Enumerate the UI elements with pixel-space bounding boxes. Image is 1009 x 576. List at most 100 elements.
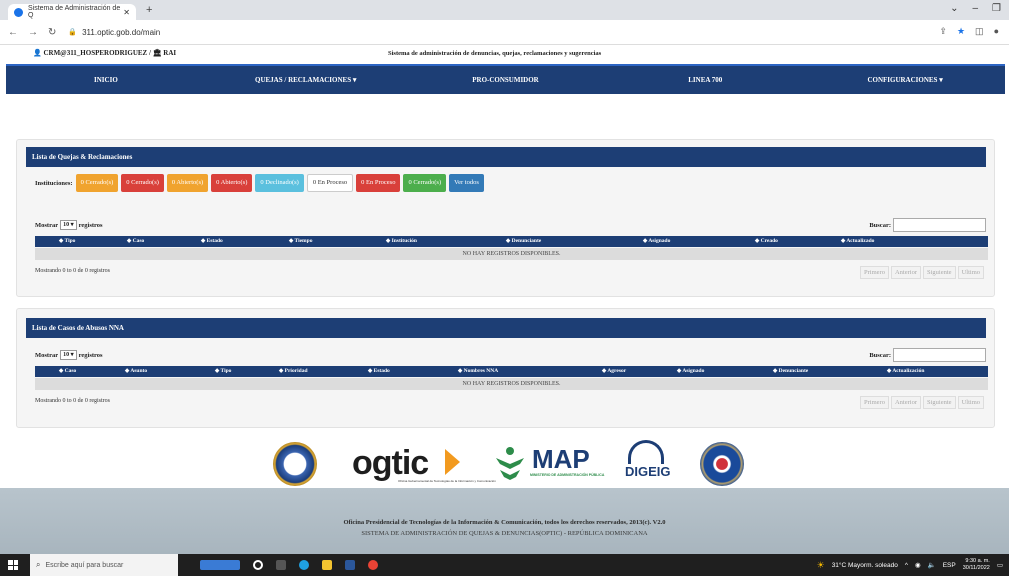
- notifications-icon[interactable]: ▭: [997, 561, 1003, 569]
- col-tipo[interactable]: ◆ Tipo: [35, 236, 103, 247]
- col-denunciante[interactable]: ◆ Denunciante: [482, 236, 619, 247]
- task-view-icon[interactable]: [276, 560, 286, 570]
- word-icon[interactable]: [345, 560, 355, 570]
- filter-cerrado-green-button[interactable]: 0 Cerrado(s): [403, 174, 447, 192]
- col-caso[interactable]: ◆ Caso: [35, 366, 101, 377]
- col-actualizado[interactable]: ◆ Actualizado: [817, 236, 985, 247]
- col-agresor[interactable]: ◆ Agresor: [578, 366, 653, 377]
- col-estado[interactable]: ◆ Estado: [344, 366, 434, 377]
- restore-icon[interactable]: ❐: [992, 3, 1001, 14]
- filter-en-proceso-red-button[interactable]: 0 En Proceso: [356, 174, 401, 192]
- nna-search-control: Buscar:: [869, 348, 986, 362]
- browser-tab[interactable]: Sistema de Administración de Q ✕: [8, 4, 136, 20]
- language-indicator[interactable]: ESP: [943, 562, 956, 569]
- page-length-select[interactable]: 10 ▾: [60, 220, 77, 230]
- nna-search-input[interactable]: [893, 348, 986, 362]
- col-asunto[interactable]: ◆ Asunto: [101, 366, 191, 377]
- col-caso[interactable]: ◆ Caso: [103, 236, 177, 247]
- pagination: Primero Anterior Siguiente Ultimo: [860, 266, 984, 279]
- nav-configuraciones[interactable]: CONFIGURACIONES ▾: [805, 66, 1005, 94]
- file-explorer-icon[interactable]: [322, 560, 332, 570]
- col-asignado[interactable]: ◆ Asignado: [653, 366, 749, 377]
- nna-pager-first-button[interactable]: Primero: [860, 396, 889, 409]
- digeig-logo-text: DIGEIG: [625, 464, 671, 479]
- taskbar-clock[interactable]: 9:30 a. m. 30/11/2022: [963, 558, 990, 572]
- nav-linea-700[interactable]: LINEA 700: [605, 66, 805, 94]
- col-tiempo[interactable]: ◆ Tiempo: [265, 236, 362, 247]
- nna-table-header: ◆ Caso ◆ Asunto ◆ Tipo ◆ Prioridad ◆ Est…: [35, 366, 988, 377]
- forward-icon[interactable]: →: [28, 27, 38, 38]
- nna-panel-title: Lista de Casos de Abusos NNA: [26, 318, 986, 338]
- col-tipo[interactable]: ◆ Tipo: [191, 366, 255, 377]
- col-creado[interactable]: ◆ Creado: [731, 236, 817, 247]
- profile-icon[interactable]: ●: [994, 26, 999, 37]
- empty-table-row: NO HAY REGISTROS DISPONIBLES.: [35, 248, 988, 260]
- reload-icon[interactable]: ↻: [48, 27, 56, 38]
- col-actualizacion[interactable]: ◆ Actualización: [863, 366, 988, 377]
- weather-text[interactable]: 31°C Mayorm. soleado: [832, 562, 898, 569]
- chrome-icon[interactable]: [368, 560, 378, 570]
- nav-inicio[interactable]: INICIO: [6, 66, 206, 94]
- lock-icon: 🔒: [68, 29, 78, 36]
- browser-tabstrip: Sistema de Administración de Q ✕ + ⌄ – ❐: [0, 0, 1009, 20]
- pager-prev-button[interactable]: Anterior: [890, 266, 922, 279]
- close-tab-icon[interactable]: ✕: [123, 8, 130, 17]
- back-icon[interactable]: ←: [8, 27, 18, 38]
- col-denunciante[interactable]: ◆ Denunciante: [749, 366, 863, 377]
- nna-pager-prev-button[interactable]: Anterior: [890, 396, 922, 409]
- volume-icon[interactable]: 🔈: [928, 561, 936, 569]
- clock-time: 9:30 a. m.: [965, 558, 990, 564]
- presidency-seal-logo: [273, 442, 317, 486]
- network-icon[interactable]: ◉: [915, 561, 921, 569]
- nna-page-length-select[interactable]: 10 ▾: [60, 350, 77, 360]
- bookmark-star-icon[interactable]: ★: [957, 26, 965, 37]
- nna-pager-next-button[interactable]: Siguiente: [923, 396, 956, 409]
- tray-expand-icon[interactable]: ^: [905, 562, 908, 569]
- ogtic-subtitle: Oficina Gubernamental de Tecnologías de …: [398, 479, 496, 483]
- nna-empty-table-row: NO HAY REGISTROS DISPONIBLES.: [35, 378, 988, 390]
- user-info: 👤 CRM@311_HOSPERODRIGUEZ / 🏛 RAI: [33, 49, 176, 57]
- ogtic-logo: ogtic: [352, 444, 429, 482]
- filter-cerrado-red-button[interactable]: 0 Cerrado(s): [121, 174, 164, 192]
- share-icon[interactable]: ⇪: [939, 26, 947, 37]
- nna-pager-last-button[interactable]: Ultimo: [957, 396, 984, 409]
- col-nombres-nna[interactable]: ◆ Nombres NNA: [434, 366, 578, 377]
- nna-show-suffix: registros: [78, 351, 103, 359]
- pager-last-button[interactable]: Ultimo: [957, 266, 984, 279]
- nna-page-length-value: 10: [63, 352, 70, 358]
- tab-title: Sistema de Administración de Q: [28, 5, 121, 19]
- edge-icon[interactable]: [299, 560, 309, 570]
- taskbar-search-box[interactable]: ⌕ Escribe aquí para buscar: [30, 554, 178, 576]
- weather-widget-icon[interactable]: [200, 560, 240, 570]
- ver-todos-button[interactable]: Ver todos: [449, 174, 484, 192]
- filter-cerrado-orange-button[interactable]: 0 Cerrado(s): [75, 174, 119, 192]
- institution-filters: Instituciones: 0 Cerrado(s) 0 Cerrado(s)…: [35, 174, 487, 192]
- search-input[interactable]: [893, 218, 986, 232]
- col-asignado[interactable]: ◆ Asignado: [619, 236, 731, 247]
- nav-pro-consumidor[interactable]: PRO-CONSUMIDOR: [406, 66, 606, 94]
- nna-show-prefix: Mostrar: [35, 351, 59, 359]
- institution-label: Instituciones:: [35, 179, 73, 187]
- taskbar-pinned-apps: [200, 560, 378, 570]
- filter-en-proceso-white-button[interactable]: 0 En Proceso: [306, 174, 354, 192]
- filter-declinado-button[interactable]: 0 Declinado(s): [255, 174, 304, 192]
- col-institucion[interactable]: ◆ Institución: [362, 236, 482, 247]
- col-estado[interactable]: ◆ Estado: [177, 236, 265, 247]
- quejas-table-header: ◆ Tipo ◆ Caso ◆ Estado ◆ Tiempo ◆ Instit…: [35, 236, 988, 247]
- filter-abierto-red-button[interactable]: 0 Abierto(s): [211, 174, 253, 192]
- nav-quejas-reclamaciones[interactable]: QUEJAS / RECLAMACIONES ▾: [206, 66, 406, 94]
- pager-first-button[interactable]: Primero: [860, 266, 889, 279]
- new-tab-icon[interactable]: +: [146, 4, 152, 16]
- minimize-icon[interactable]: –: [972, 3, 978, 14]
- main-navbar: INICIO QUEJAS / RECLAMACIONES ▾ PRO-CONS…: [6, 64, 1005, 94]
- system-title: Sistema de administración de denuncias, …: [388, 50, 602, 57]
- windows-start-icon[interactable]: [8, 560, 18, 570]
- sidepanel-icon[interactable]: ◫: [975, 26, 984, 37]
- nna-search-label: Buscar:: [869, 351, 891, 359]
- cortana-icon[interactable]: [253, 560, 263, 570]
- col-prioridad[interactable]: ◆ Prioridad: [255, 366, 344, 377]
- pager-next-button[interactable]: Siguiente: [923, 266, 956, 279]
- filter-abierto-orange-button[interactable]: 0 Abierto(s): [166, 174, 209, 192]
- url-field[interactable]: 🔒 311.optic.gob.do/main: [68, 28, 160, 37]
- chevron-down-icon[interactable]: ⌄: [950, 3, 958, 14]
